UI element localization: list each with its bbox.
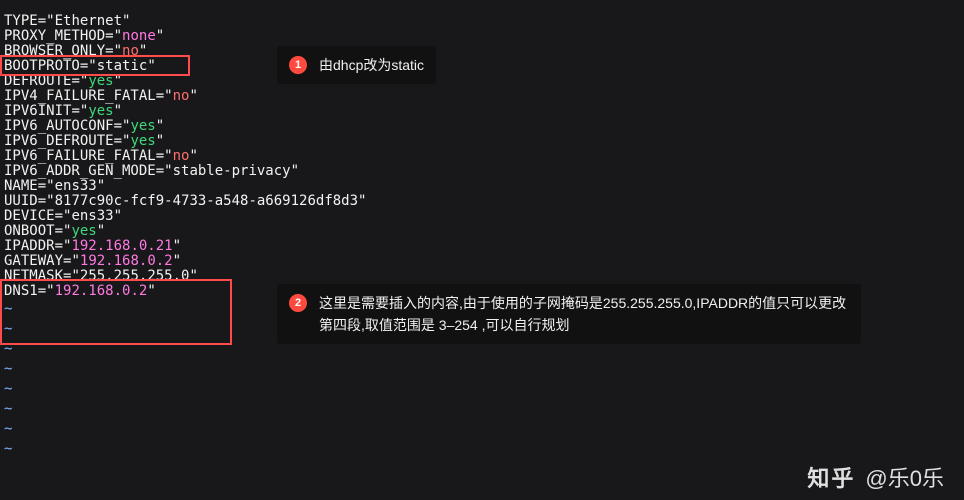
config-key: IPV6_FAILURE_FATAL: [4, 148, 156, 164]
config-value: yes: [130, 133, 155, 149]
config-line: IPV6_ADDR_GEN_MODE="stable-privacy": [4, 164, 366, 179]
vim-tilde-line: ~: [4, 379, 366, 399]
config-value: ens33: [71, 208, 113, 224]
config-line: ONBOOT="yes": [4, 224, 366, 239]
config-key: UUID: [4, 193, 38, 209]
highlight-ipblock: [0, 279, 232, 345]
config-key: IPV4_FAILURE_FATAL: [4, 88, 156, 104]
config-value: no: [173, 88, 190, 104]
config-value: ens33: [55, 178, 97, 194]
config-line: UUID="8177c90c-fcf9-4733-a548-a669126df8…: [4, 194, 366, 209]
annotation-1-text: 由dhcp改为static: [319, 54, 424, 76]
config-value: none: [122, 28, 156, 44]
config-line: IPV6_AUTOCONF="yes": [4, 119, 366, 134]
config-line: GATEWAY="192.168.0.2": [4, 254, 366, 269]
config-value: 8177c90c-fcf9-4733-a548-a669126df8d3: [55, 193, 358, 209]
config-line: TYPE="Ethernet": [4, 14, 366, 29]
config-key: IPV6_DEFROUTE: [4, 133, 114, 149]
config-line: NAME="ens33": [4, 179, 366, 194]
zhihu-logo-text: 知乎: [807, 471, 855, 486]
config-line: IPV6INIT="yes": [4, 104, 366, 119]
highlight-bootproto: [0, 55, 190, 76]
vim-tilde-line: ~: [4, 419, 366, 439]
config-line: IPV6_DEFROUTE="yes": [4, 134, 366, 149]
config-key: IPV6INIT: [4, 103, 71, 119]
annotation-1: 1 由dhcp改为static: [277, 46, 436, 84]
annotation-2-number: 2: [289, 294, 307, 312]
config-line: IPADDR="192.168.0.21": [4, 239, 366, 254]
config-value: 192.168.0.2: [80, 253, 173, 269]
config-key: IPV6_ADDR_GEN_MODE: [4, 163, 156, 179]
config-value: Ethernet: [55, 13, 122, 29]
config-value: stable-privacy: [173, 163, 291, 179]
config-value: yes: [130, 118, 155, 134]
config-line: PROXY_METHOD="none": [4, 29, 366, 44]
config-line: DEVICE="ens33": [4, 209, 366, 224]
config-key: IPADDR: [4, 238, 55, 254]
config-value: yes: [71, 223, 96, 239]
annotation-1-number: 1: [289, 56, 307, 74]
vim-tilde-line: ~: [4, 399, 366, 419]
config-line: IPV6_FAILURE_FATAL="no": [4, 149, 366, 164]
watermark: 知乎 @乐0乐: [807, 471, 944, 486]
config-line: IPV4_FAILURE_FATAL="no": [4, 89, 366, 104]
config-key: NAME: [4, 178, 38, 194]
config-key: DEVICE: [4, 208, 55, 224]
watermark-handle: @乐0乐: [865, 471, 944, 486]
config-key: PROXY_METHOD: [4, 28, 105, 44]
vim-tilde-line: ~: [4, 359, 366, 379]
config-value: no: [173, 148, 190, 164]
config-key: ONBOOT: [4, 223, 55, 239]
config-key: IPV6_AUTOCONF: [4, 118, 114, 134]
annotation-2-text: 这里是需要插入的内容,由于使用的子网掩码是255.255.255.0,IPADD…: [319, 292, 849, 336]
config-value: 192.168.0.21: [71, 238, 172, 254]
annotation-2: 2 这里是需要插入的内容,由于使用的子网掩码是255.255.255.0,IPA…: [277, 284, 861, 344]
config-value: yes: [88, 103, 113, 119]
config-key: TYPE: [4, 13, 38, 29]
vim-tilde-line: ~: [4, 439, 366, 459]
config-key: GATEWAY: [4, 253, 63, 269]
